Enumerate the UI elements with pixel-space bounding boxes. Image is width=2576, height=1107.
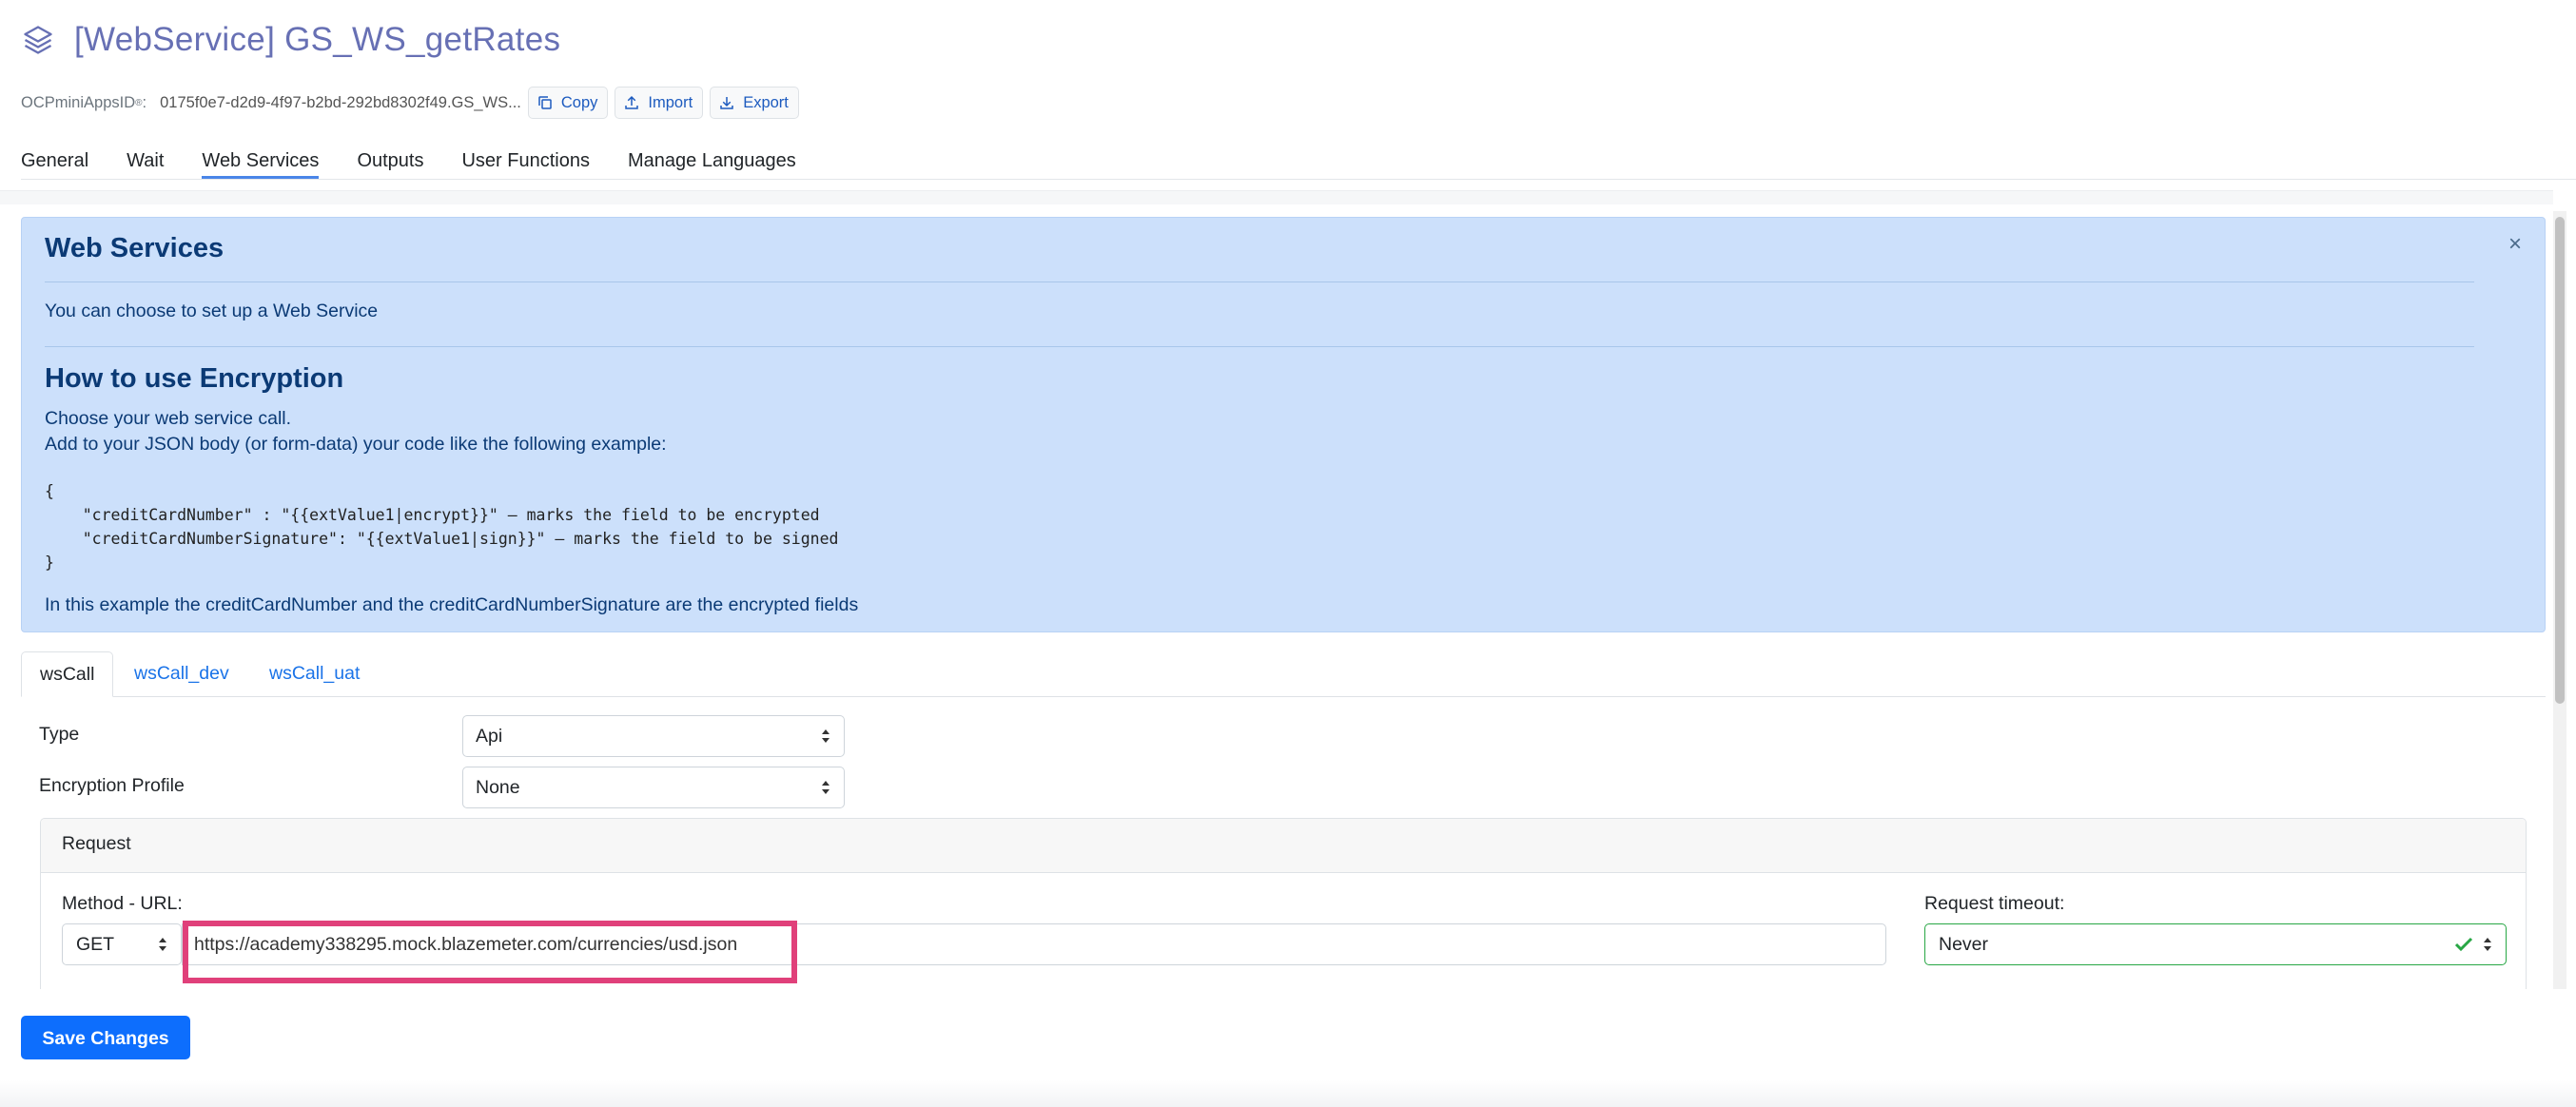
type-select[interactable]: Api [462, 715, 845, 757]
check-icon [2454, 937, 2473, 952]
tab-wscall[interactable]: wsCall [21, 651, 114, 697]
method-url-label: Method - URL: [62, 893, 183, 914]
vertical-scrollbar[interactable] [2553, 211, 2566, 989]
select-arrows-icon [2484, 938, 2491, 951]
code-line: { [45, 482, 54, 500]
copy-button[interactable]: Copy [527, 87, 609, 119]
info-panel: Web Services × You can choose to set up … [21, 217, 2546, 632]
select-arrows-icon [159, 938, 166, 951]
main-tabs: General Wait Web Services Outputs User F… [21, 143, 2576, 180]
download-icon [720, 97, 733, 109]
tab-web-services[interactable]: Web Services [202, 143, 320, 179]
type-label: Type [39, 724, 80, 745]
registered-mark: ® [135, 97, 143, 108]
toolbar-strip [0, 190, 2553, 204]
encryption-profile-value: None [476, 777, 520, 798]
request-timeout-value: Never [1939, 934, 1989, 955]
tab-general[interactable]: General [21, 143, 88, 179]
code-line: } [45, 554, 54, 572]
method-value: GET [76, 934, 115, 955]
close-icon[interactable]: × [2508, 231, 2522, 258]
layers-icon [24, 26, 52, 54]
ws-call-tabs: wsCall wsCall_dev wsCall_uat [21, 651, 2546, 697]
content-scroll-area: Web Services × You can choose to set up … [21, 217, 2547, 989]
select-arrows-icon [822, 729, 829, 743]
type-value: Api [476, 726, 503, 747]
page-header: [WebService] GS_WS_getRates [21, 21, 560, 59]
code-line: "creditCardNumber" : "{{extValue1|encryp… [45, 506, 820, 524]
method-select[interactable]: GET [62, 923, 182, 965]
encryption-profile-select[interactable]: None [462, 767, 845, 808]
select-arrows-icon [822, 781, 829, 794]
app-id-colon: : [142, 93, 147, 111]
code-line: "creditCardNumberSignature": "{{extValue… [45, 530, 839, 548]
save-changes-button[interactable]: Save Changes [21, 1016, 190, 1059]
export-label: Export [743, 93, 789, 111]
encryption-line-2: Add to your JSON body (or form-data) you… [45, 434, 667, 455]
url-highlight-box [183, 921, 797, 983]
info-title: Web Services [45, 233, 224, 263]
tab-manage-languages[interactable]: Manage Languages [628, 143, 796, 179]
bottom-edge [0, 1080, 2576, 1107]
export-button[interactable]: Export [710, 87, 799, 119]
request-timeout-label: Request timeout: [1924, 893, 2065, 914]
encryption-title: How to use Encryption [45, 363, 344, 394]
request-timeout-select[interactable]: Never [1924, 923, 2507, 965]
app-id-value: 0175f0e7-d2d9-4f97-b2bd-292bd8302f49.GS_… [160, 93, 521, 111]
info-intro: You can choose to set up a Web Service [45, 301, 379, 321]
encryption-footer: In this example the creditCardNumber and… [45, 594, 859, 615]
tab-wscall-dev[interactable]: wsCall_dev [116, 651, 247, 696]
upload-icon [625, 95, 639, 109]
request-header: Request [41, 819, 2526, 873]
page-title: [WebService] GS_WS_getRates [74, 21, 561, 58]
app-id-label: OCPminiAppsID [21, 93, 136, 111]
tab-user-functions[interactable]: User Functions [461, 143, 590, 179]
import-button[interactable]: Import [615, 87, 704, 119]
copy-label: Copy [560, 93, 598, 111]
copy-icon [538, 96, 552, 109]
encryption-line-1: Choose your web service call. [45, 408, 292, 429]
tab-wait[interactable]: Wait [127, 143, 164, 179]
import-label: Import [648, 93, 693, 111]
scrollbar-thumb[interactable] [2555, 217, 2565, 704]
divider [45, 346, 2474, 347]
request-title: Request [62, 833, 131, 854]
tab-wscall-uat[interactable]: wsCall_uat [251, 651, 378, 696]
app-id-row: OCPminiAppsID ®: 0175f0e7-d2d9-4f97-b2bd-… [21, 86, 799, 120]
tab-outputs[interactable]: Outputs [357, 143, 423, 179]
encryption-profile-label: Encryption Profile [39, 775, 185, 796]
